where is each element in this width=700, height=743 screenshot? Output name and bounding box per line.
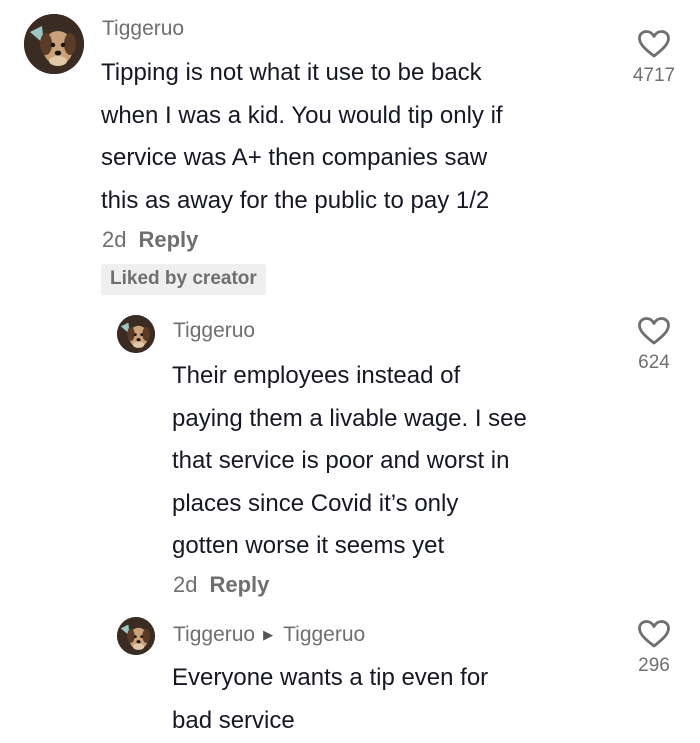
reply-button[interactable]: Reply	[209, 572, 269, 597]
like-count: 624	[638, 352, 670, 373]
comment-username[interactable]: Tiggeruo	[102, 17, 184, 41]
comment-text-line: gotten worse it seems yet	[172, 532, 445, 559]
comment-text-line: this as away for the public to pay 1/2	[101, 186, 490, 214]
avatar[interactable]	[117, 617, 155, 655]
heart-outline-icon[interactable]	[637, 619, 671, 649]
like-control[interactable]: 4717	[624, 29, 684, 87]
comment-text-line: Everyone wants a tip even for	[172, 664, 489, 691]
comment-text: Everyone wants a tip even for bad servic…	[172, 657, 488, 742]
comment-date: 2d	[173, 572, 198, 597]
comment-meta: 2d Reply	[173, 572, 269, 598]
comment-username[interactable]: Tiggeruo	[173, 319, 255, 343]
comment-text-line: that service is poor and worst in	[172, 447, 510, 474]
dog-avatar-image	[117, 315, 155, 353]
comment-text-line: bad service	[172, 706, 295, 734]
dog-avatar-image	[117, 617, 155, 655]
comment-text: Tipping is not what it use to be back wh…	[101, 52, 503, 222]
comment-text-line: service was A+ then companies saw	[101, 144, 488, 171]
like-control[interactable]: 624	[624, 316, 684, 374]
like-control[interactable]: 296	[624, 619, 684, 677]
comment-text-line: when I was a kid. You would tip only if	[101, 101, 503, 129]
heart-outline-icon[interactable]	[637, 29, 671, 59]
avatar[interactable]	[117, 315, 155, 353]
comment-text-line: Their employees instead of	[172, 362, 461, 389]
dog-avatar-image	[24, 14, 84, 74]
reply-button[interactable]: Reply	[138, 227, 198, 252]
comment-username-row: Tiggeruo ▶ Tiggeruo	[173, 623, 365, 647]
heart-outline-icon[interactable]	[637, 316, 671, 346]
comment-text: Their employees instead of paying them a…	[172, 355, 527, 568]
like-count: 296	[638, 655, 670, 676]
comment-text-line: places since Covid it’s only	[172, 489, 459, 517]
comment-date: 2d	[102, 227, 127, 252]
reply-to-username[interactable]: Tiggeruo	[283, 623, 365, 646]
triangle-right-icon: ▶	[263, 627, 274, 642]
like-count: 4717	[632, 65, 676, 86]
comment-text-line: paying them a livable wage. I see	[172, 404, 527, 432]
comment-meta: 2d Reply	[102, 227, 198, 253]
avatar[interactable]	[24, 14, 84, 74]
liked-by-creator-badge: Liked by creator	[101, 264, 266, 295]
comment-text-line: Tipping is not what it use to be back	[101, 59, 482, 86]
comment-username[interactable]: Tiggeruo	[173, 623, 255, 646]
